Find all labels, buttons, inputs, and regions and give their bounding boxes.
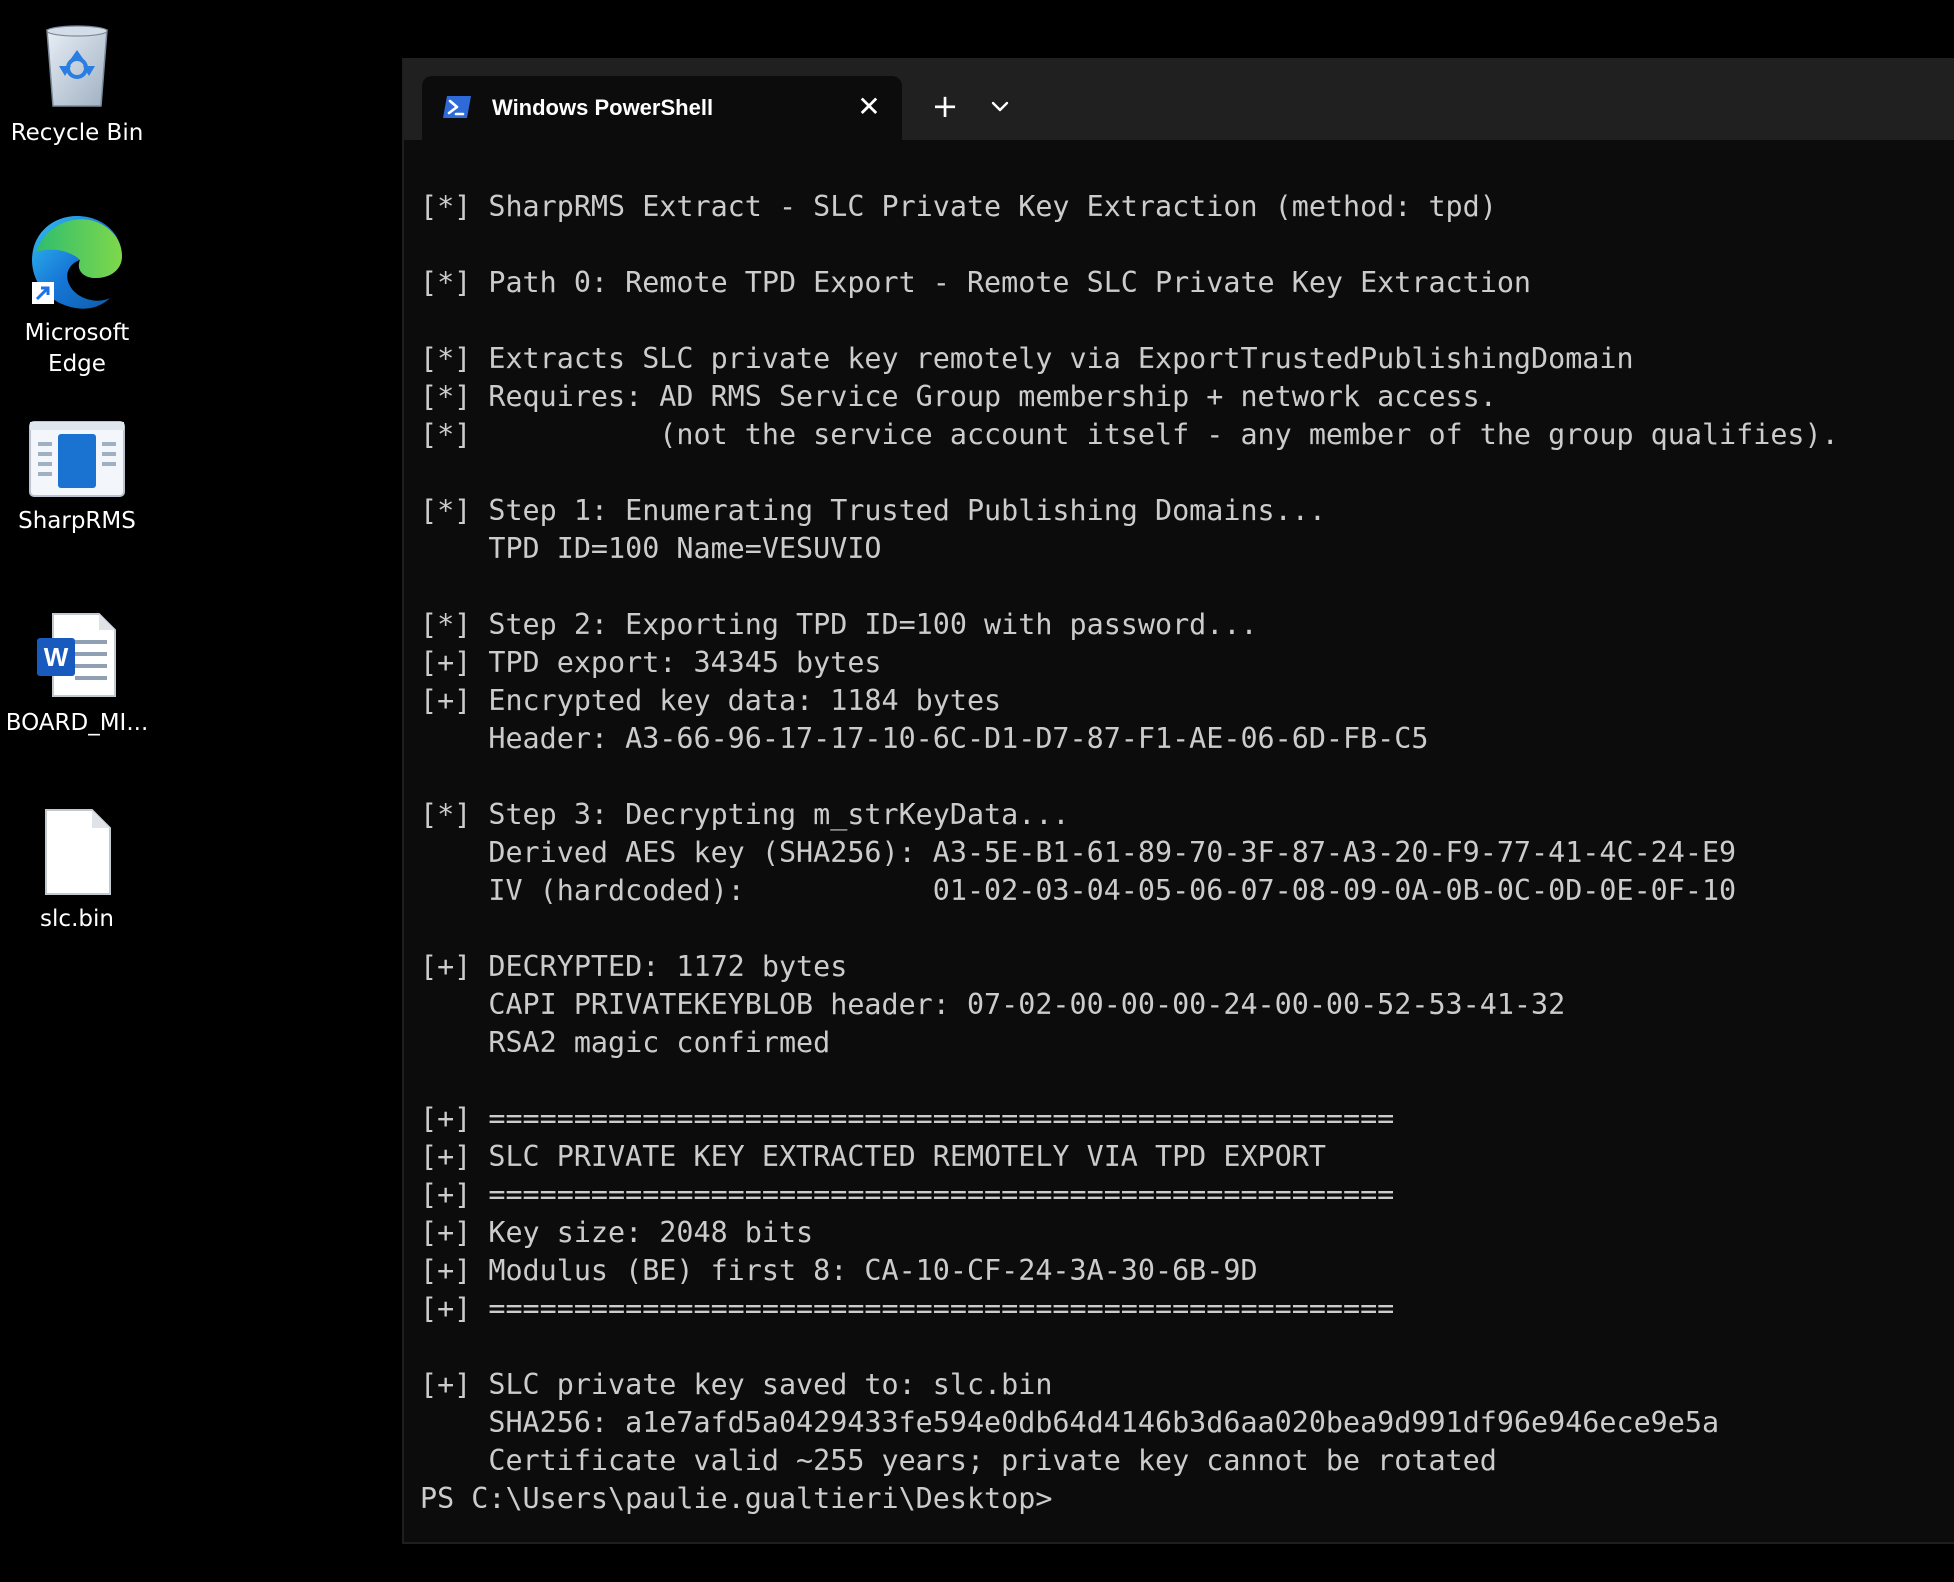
word-document-icon: W — [37, 613, 116, 697]
file-icon — [45, 809, 111, 895]
desktop-icon-sharprms[interactable]: SharpRMS — [2, 420, 152, 537]
terminal-line: Certificate valid ~255 years; private ke… — [420, 1444, 1497, 1477]
terminal-line: CAPI PRIVATEKEYBLOB header: 07-02-00-00-… — [420, 988, 1566, 1021]
chevron-down-icon[interactable] — [982, 88, 1018, 124]
desktop-icon-label: SharpRMS — [18, 508, 136, 534]
desktop: Recycle Bin Microsoft Edge SharpRMS W BO… — [0, 0, 1954, 1582]
desktop-icon-recycle-bin[interactable]: Recycle Bin — [2, 22, 152, 149]
desktop-icon-slc-bin[interactable]: slc.bin — [2, 808, 152, 935]
powershell-icon — [443, 96, 471, 118]
terminal-line: Header: A3-66-96-17-17-10-6C-D1-D7-87-F1… — [420, 722, 1429, 755]
terminal-line: [+] ====================================… — [420, 1292, 1395, 1325]
terminal-line: [*] Step 2: Exporting TPD ID=100 with pa… — [420, 608, 1258, 641]
desktop-icon-board-document[interactable]: W BOARD_MI... — [2, 610, 152, 739]
desktop-icon-edge[interactable]: Microsoft Edge — [2, 212, 152, 380]
terminal-line: [*] Step 1: Enumerating Trusted Publishi… — [420, 494, 1326, 527]
terminal-line: RSA2 magic confirmed — [420, 1026, 831, 1059]
tab-title: Windows PowerShell — [492, 95, 714, 120]
tab-bar: Windows PowerShell ✕ + — [404, 58, 1954, 140]
terminal-line: IV (hardcoded): 01-02-03-04-05-06-07-08-… — [420, 874, 1737, 907]
terminal-line: [*] Path 0: Remote TPD Export - Remote S… — [420, 266, 1532, 299]
terminal-line: [+] DECRYPTED: 1172 bytes — [420, 950, 848, 983]
terminal-line: [*] Extracts SLC private key remotely vi… — [420, 342, 1634, 375]
new-tab-button[interactable]: + — [924, 86, 966, 126]
terminal-line: [*] Step 3: Decrypting m_strKeyData... — [420, 798, 1070, 831]
edge-icon — [32, 216, 122, 309]
terminal-line: SHA256: a1e7afd5a0429433fe594e0db64d4146… — [420, 1406, 1720, 1439]
terminal-line: [*] SharpRMS Extract - SLC Private Key E… — [420, 190, 1497, 223]
powershell-window[interactable]: Windows PowerShell ✕ + [*] SharpRMS Extr… — [402, 58, 1954, 1544]
terminal-line: [+] Modulus (BE) first 8: CA-10-CF-24-3A… — [420, 1254, 1258, 1287]
prompt-line: PS C:\Users\paulie.gualtieri\Desktop> — [420, 1482, 1053, 1515]
terminal-line: [+] SLC private key saved to: slc.bin — [420, 1368, 1053, 1401]
terminal-output[interactable]: [*] SharpRMS Extract - SLC Private Key E… — [420, 188, 1950, 1528]
terminal-line: [+] SLC PRIVATE KEY EXTRACTED REMOTELY V… — [420, 1140, 1326, 1173]
desktop-icon-label: Recycle Bin — [10, 120, 144, 146]
tab-close-button[interactable]: ✕ — [852, 90, 886, 124]
svg-text:W: W — [44, 642, 69, 672]
terminal-line: Derived AES key (SHA256): A3-5E-B1-61-89… — [420, 836, 1737, 869]
recycle-bin-icon — [46, 25, 108, 107]
desktop-icon-label: Microsoft Edge — [24, 320, 130, 377]
terminal-line: [+] TPD export: 34345 bytes — [420, 646, 882, 679]
terminal-line: [+] ====================================… — [420, 1102, 1395, 1135]
desktop-icon-label: BOARD_MI... — [5, 710, 149, 736]
terminal-line: TPD ID=100 Name=VESUVIO — [420, 532, 882, 565]
terminal-line: [+] Encrypted key data: 1184 bytes — [420, 684, 1002, 717]
terminal-line: [+] ====================================… — [420, 1178, 1395, 1211]
desktop-icon-label: slc.bin — [40, 906, 114, 932]
terminal-line: [*] (not the service account itself - an… — [420, 418, 1839, 451]
terminal-line: [+] Key size: 2048 bits — [420, 1216, 814, 1249]
sharprms-icon — [29, 421, 125, 497]
terminal-line: [*] Requires: AD RMS Service Group membe… — [420, 380, 1497, 413]
tab-windows-powershell[interactable]: Windows PowerShell ✕ — [422, 76, 902, 140]
